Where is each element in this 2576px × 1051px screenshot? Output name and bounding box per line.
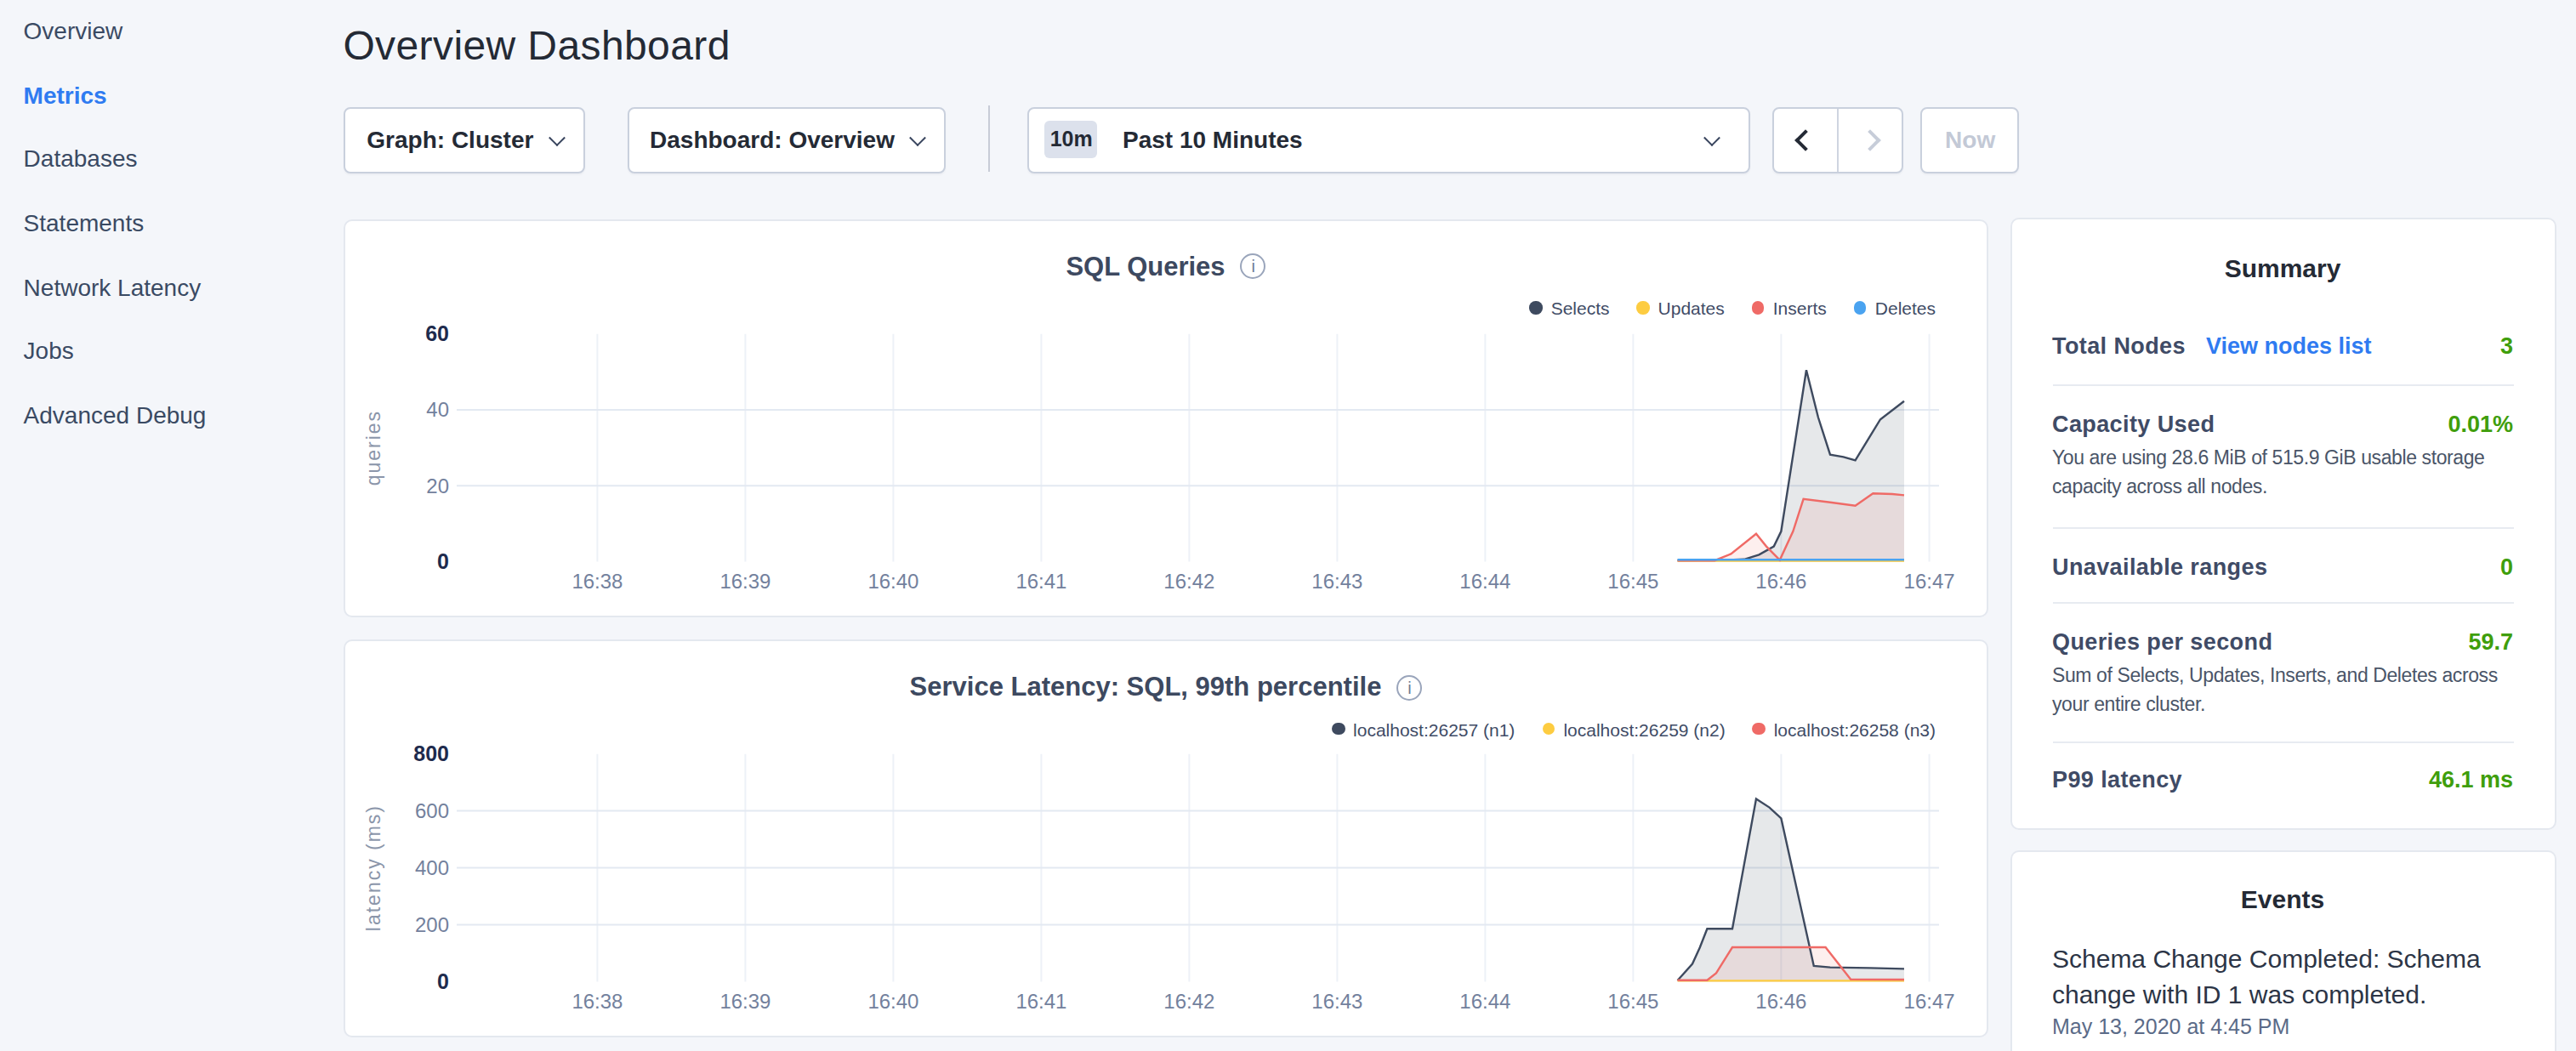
sidebar-item-advanced-debug[interactable]: Advanced Debug bbox=[0, 384, 340, 448]
y-tick-label: 200 bbox=[415, 913, 449, 936]
divider bbox=[2052, 741, 2513, 742]
graph-dropdown-label: Graph: Cluster bbox=[367, 126, 533, 153]
summary-title: Summary bbox=[2011, 253, 2554, 284]
summary-desc-queries-per-second: Sum of Selects, Updates, Inserts, and De… bbox=[2011, 661, 2554, 720]
divider bbox=[2052, 384, 2513, 386]
y-tick-label: 40 bbox=[426, 398, 449, 421]
x-tick-label: 16:38 bbox=[571, 990, 623, 1013]
summary-panel: Summary Total Nodes View nodes list 3 Ca… bbox=[2010, 218, 2556, 831]
graph-dropdown[interactable]: Graph: Cluster bbox=[344, 106, 585, 173]
toolbar-divider bbox=[987, 105, 989, 171]
x-tick-label: 16:39 bbox=[719, 990, 771, 1013]
y-axis-label: queries bbox=[362, 409, 384, 485]
sidebar-item-overview[interactable]: Overview bbox=[0, 0, 340, 64]
x-tick-label: 16:45 bbox=[1607, 569, 1658, 592]
y-tick-label: 20 bbox=[426, 474, 449, 497]
chevron-down-icon bbox=[909, 128, 926, 145]
x-tick-label: 16:46 bbox=[1755, 569, 1806, 592]
chart-canvas[interactable]: 16:38 16:39 16:40 16:41 16:42 16:43 16:44 16:45… bbox=[345, 641, 1990, 1040]
x-tick-label: 16:38 bbox=[571, 569, 623, 592]
chevron-right-icon bbox=[1859, 128, 1880, 150]
chart-panel-service-latency: Service Latency: SQL, 99th percentileilo… bbox=[344, 639, 1988, 1037]
sidebar-item-network-latency[interactable]: Network Latency bbox=[0, 257, 340, 321]
time-step-forward-button[interactable] bbox=[1837, 108, 1902, 171]
events-panel: Events Schema Change Completed: Schema c… bbox=[2010, 851, 2556, 1051]
x-tick-label: 16:43 bbox=[1311, 990, 1362, 1013]
x-tick-label: 16:47 bbox=[1904, 990, 1955, 1013]
divider bbox=[2052, 601, 2513, 603]
event-item-text[interactable]: Schema Change Completed: Schema change w… bbox=[2052, 940, 2522, 1014]
chevron-left-icon bbox=[1794, 128, 1816, 150]
x-tick-label: 16:44 bbox=[1459, 569, 1510, 592]
y-axis-label: latency (ms) bbox=[362, 804, 384, 931]
x-tick-label: 16:39 bbox=[719, 569, 771, 592]
event-item-time: May 13, 2020 at 4:45 PM bbox=[2052, 1014, 2513, 1044]
time-range-label: Past 10 Minutes bbox=[1123, 126, 1303, 153]
y-tick-label: 400 bbox=[415, 856, 449, 879]
x-tick-label: 16:45 bbox=[1607, 990, 1658, 1013]
page-title: Overview Dashboard bbox=[343, 22, 730, 70]
summary-label-queries-per-second: Queries per second bbox=[2052, 625, 2272, 657]
divider bbox=[2052, 527, 2513, 529]
chart-panel-sql-queries: SQL QueriesiSelectsUpdatesInsertsDeletes… bbox=[344, 219, 1988, 617]
time-range-badge: 10m bbox=[1044, 121, 1098, 159]
summary-label-total-nodes: Total Nodes bbox=[2052, 330, 2186, 362]
x-tick-label: 16:43 bbox=[1311, 569, 1362, 592]
time-step-buttons bbox=[1771, 106, 1903, 173]
chevron-down-icon bbox=[548, 128, 565, 145]
sidebar: Overview Metrics Databases Statements Ne… bbox=[0, 0, 340, 449]
sidebar-item-jobs[interactable]: Jobs bbox=[0, 321, 340, 384]
x-tick-label: 16:41 bbox=[1015, 569, 1066, 592]
chevron-down-icon bbox=[1703, 128, 1720, 145]
chart-canvas[interactable]: 16:38 16:39 16:40 16:41 16:42 16:43 16:44 16:45… bbox=[345, 220, 1990, 619]
x-tick-label: 16:44 bbox=[1459, 990, 1510, 1013]
x-tick-label: 16:42 bbox=[1163, 569, 1214, 592]
time-range-dropdown[interactable]: 10m Past 10 Minutes bbox=[1027, 106, 1750, 173]
summary-value-unavailable-ranges: 0 bbox=[2500, 550, 2513, 582]
dashboard-dropdown-label: Dashboard: Overview bbox=[650, 126, 895, 153]
now-button[interactable]: Now bbox=[1920, 106, 2020, 173]
x-tick-label: 16:40 bbox=[867, 990, 918, 1013]
summary-value-total-nodes: 3 bbox=[2500, 330, 2513, 362]
summary-label-unavailable-ranges: Unavailable ranges bbox=[2052, 550, 2267, 582]
summary-value-p99-latency: 46.1 ms bbox=[2429, 764, 2513, 797]
x-tick-label: 16:40 bbox=[867, 569, 918, 592]
sidebar-item-databases[interactable]: Databases bbox=[0, 128, 340, 192]
x-tick-label: 16:47 bbox=[1904, 569, 1955, 592]
sidebar-item-statements[interactable]: Statements bbox=[0, 192, 340, 256]
y-tick-label: 800 bbox=[413, 741, 449, 765]
y-tick-label: 600 bbox=[415, 799, 449, 822]
y-tick-label: 60 bbox=[425, 321, 449, 345]
x-tick-label: 16:41 bbox=[1015, 990, 1066, 1013]
x-tick-label: 16:42 bbox=[1163, 990, 1214, 1013]
summary-desc-capacity-used: You are using 28.6 MiB of 515.9 GiB usab… bbox=[2011, 443, 2554, 503]
dashboard-dropdown[interactable]: Dashboard: Overview bbox=[628, 106, 945, 173]
summary-value-capacity-used: 0.01% bbox=[2448, 407, 2513, 440]
time-step-back-button[interactable] bbox=[1773, 108, 1837, 171]
view-nodes-list-link[interactable]: View nodes list bbox=[2206, 330, 2372, 362]
summary-value-queries-per-second: 59.7 bbox=[2468, 625, 2513, 657]
summary-label-capacity-used: Capacity Used bbox=[2052, 407, 2215, 440]
summary-label-p99-latency: P99 latency bbox=[2052, 764, 2182, 797]
sidebar-item-metrics[interactable]: Metrics bbox=[0, 64, 340, 128]
x-tick-label: 16:46 bbox=[1755, 990, 1806, 1013]
y-tick-label: 0 bbox=[437, 969, 449, 993]
events-title: Events bbox=[2011, 885, 2554, 916]
y-tick-label: 0 bbox=[437, 548, 449, 572]
